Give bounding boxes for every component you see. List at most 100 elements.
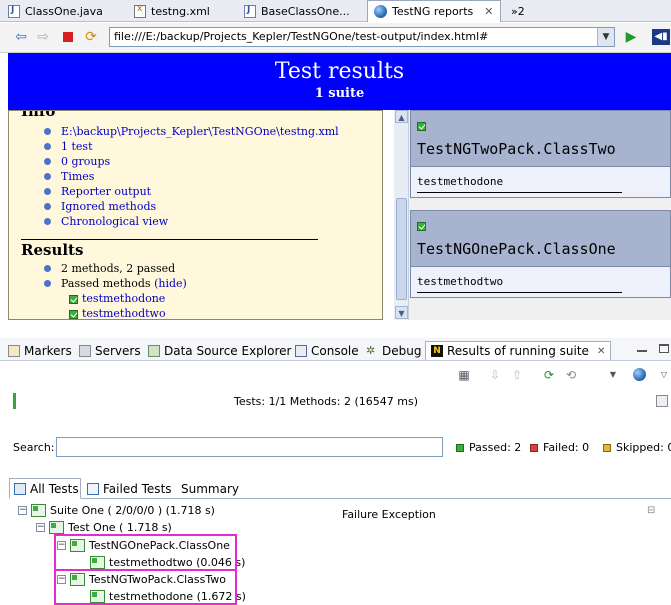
results-list: 2 methods, 2 passed Passed methods (hide… [9, 261, 187, 291]
tab-debug[interactable]: ✲ Debug [366, 341, 421, 360]
link-ignored-methods[interactable]: Ignored methods [9, 199, 339, 214]
testng-icon: N [431, 345, 443, 357]
view-tab-bar: Markers Servers Data Source Explorer Con… [0, 338, 671, 361]
link-tests[interactable]: 1 test [9, 139, 339, 154]
refresh-icon[interactable]: ⟳ [83, 29, 99, 45]
link-chronological-view[interactable]: Chronological view [9, 214, 339, 229]
tab-summary[interactable]: Summary [177, 478, 239, 499]
rerun-failed-icon[interactable]: ⟲ [563, 367, 579, 383]
previous-failure-icon[interactable]: ⇧ [509, 367, 525, 383]
passed-count: Passed: 2 [456, 441, 521, 454]
passed-method-link[interactable]: testmethodtwo [9, 306, 166, 319]
link-reporter-output[interactable]: Reporter output [9, 184, 339, 199]
tab-testng-xml[interactable]: testng.xml [128, 0, 236, 22]
class-name: TestNGOnePack.ClassOne [417, 240, 616, 258]
scroll-up-icon[interactable]: ▲ [395, 110, 408, 123]
globe-icon[interactable] [631, 367, 647, 383]
console-icon [295, 344, 307, 357]
globe-icon [374, 5, 387, 18]
passed-method-link[interactable]: testmethodone [9, 291, 166, 306]
progress-text: Tests: 1/1 Methods: 2 (16547 ms) [234, 395, 418, 408]
bullet-icon [44, 158, 51, 165]
go-icon[interactable]: ▶ [623, 29, 639, 45]
scroll-thumb[interactable] [396, 198, 407, 300]
panel-sash[interactable] [0, 320, 671, 338]
class-result-box: TestNGOnePack.ClassOne testmethodtwo [410, 210, 671, 298]
tab-failed-tests[interactable]: Failed Tests [83, 478, 177, 499]
failed-count: Failed: 0 [530, 441, 589, 454]
link-testng-xml[interactable]: E:\backup\Projects_Kepler\TestNGOne\test… [9, 124, 339, 139]
clear-results-icon[interactable]: ▦ [456, 367, 472, 383]
collapse-icon[interactable]: − [18, 505, 27, 515]
vertical-scrollbar[interactable]: ▲ ▼ [394, 110, 409, 320]
markers-icon [8, 344, 20, 357]
browser-toolbar: ⇦ ⇨ ⟳ file:///E:/backup/Projects_Kepler/… [0, 23, 671, 53]
scroll-down-icon[interactable]: ▼ [395, 306, 408, 319]
tab-label: testng.xml [151, 4, 210, 18]
suite-count: 1 suite [314, 86, 365, 101]
bug-icon: ✲ [366, 343, 376, 357]
class-method-row: testmethodone [411, 167, 670, 197]
xml-file-icon [134, 4, 146, 18]
passed-check-icon [69, 309, 78, 319]
class-method-row: testmethodtwo [411, 267, 670, 297]
skipped-icon [603, 443, 611, 452]
hide-link[interactable]: (hide) [154, 277, 187, 290]
rerun-icon[interactable]: ⟳ [541, 367, 557, 383]
minimize-icon[interactable] [637, 350, 647, 352]
chevron-down-icon[interactable]: ▼ [597, 28, 614, 46]
class-name: TestNGTwoPack.ClassTwo [417, 140, 616, 158]
class-header: TestNGOnePack.ClassOne [411, 211, 670, 267]
passed-check-icon [417, 122, 426, 131]
url-input[interactable]: file:///E:/backup/Projects_Kepler/TestNG… [109, 27, 615, 47]
tree-suite-node[interactable]: − Suite One ( 2/0/0/0 ) (1.718 s) [18, 502, 215, 518]
skipped-count: Skipped: 0 [603, 441, 671, 454]
close-icon[interactable]: ✕ [597, 346, 605, 357]
tab-data-source-explorer[interactable]: Data Source Explorer [148, 341, 291, 360]
search-input[interactable] [56, 437, 443, 457]
tab-baseclassone[interactable]: BaseClassOne... [238, 0, 364, 22]
maximize-icon[interactable] [659, 344, 669, 353]
java-file-icon [8, 4, 20, 18]
forward-arrow-icon[interactable]: ⇨ [35, 29, 51, 45]
tab-label: BaseClassOne... [261, 4, 350, 18]
info-heading: Info [21, 110, 56, 120]
bullet-icon [44, 173, 51, 180]
results-heading: Results [21, 241, 84, 259]
tab-label: ClassOne.java [25, 4, 103, 18]
tab-results-of-running-suite[interactable]: N Results of running suite ✕ [425, 341, 612, 360]
view-menu-chevron-down-icon[interactable]: ▼ [605, 367, 621, 383]
chevron-down-icon[interactable]: ▽ [656, 367, 671, 383]
tab-markers[interactable]: Markers [8, 341, 72, 360]
link-groups[interactable]: 0 groups [9, 154, 339, 169]
tab-classone-java[interactable]: ClassOne.java [2, 0, 126, 22]
tests-icon [14, 482, 26, 495]
method-name: testmethodtwo [417, 275, 504, 288]
tab-console[interactable]: Console [295, 341, 359, 360]
bullet-icon [44, 218, 51, 225]
search-label: Search: [13, 441, 55, 454]
collapse-icon[interactable]: − [36, 522, 45, 532]
close-icon[interactable]: ✕ [484, 5, 493, 18]
suite-icon [31, 503, 46, 517]
bullet-icon [44, 265, 51, 272]
link-times[interactable]: Times [9, 169, 339, 184]
back-arrow-icon[interactable]: ⇦ [13, 29, 29, 45]
highlight-box [54, 534, 237, 571]
stop-icon[interactable] [60, 29, 76, 45]
progress-bar: Tests: 1/1 Methods: 2 (16547 ms) [13, 393, 639, 411]
database-icon [148, 344, 160, 357]
maximize-browser-icon[interactable]: ◀▮ [652, 29, 670, 45]
tab-all-tests[interactable]: All Tests [9, 478, 81, 499]
results-tree: − Suite One ( 2/0/0/0 ) (1.718 s) − Test… [12, 500, 332, 605]
tab-servers[interactable]: Servers [79, 341, 141, 360]
tab-overflow[interactable]: »2 [505, 0, 535, 22]
tab-testng-reports[interactable]: TestNG reports ✕ [367, 0, 501, 22]
tree-test-node[interactable]: − Test One ( 1.718 s) [36, 519, 172, 535]
progress-options-icon[interactable] [656, 395, 668, 407]
highlight-box [54, 569, 237, 605]
divider [21, 239, 318, 240]
next-failure-icon[interactable]: ⇩ [487, 367, 503, 383]
passed-icon [456, 443, 464, 452]
stack-trace-filter-icon[interactable]: ⊟ [647, 505, 663, 521]
